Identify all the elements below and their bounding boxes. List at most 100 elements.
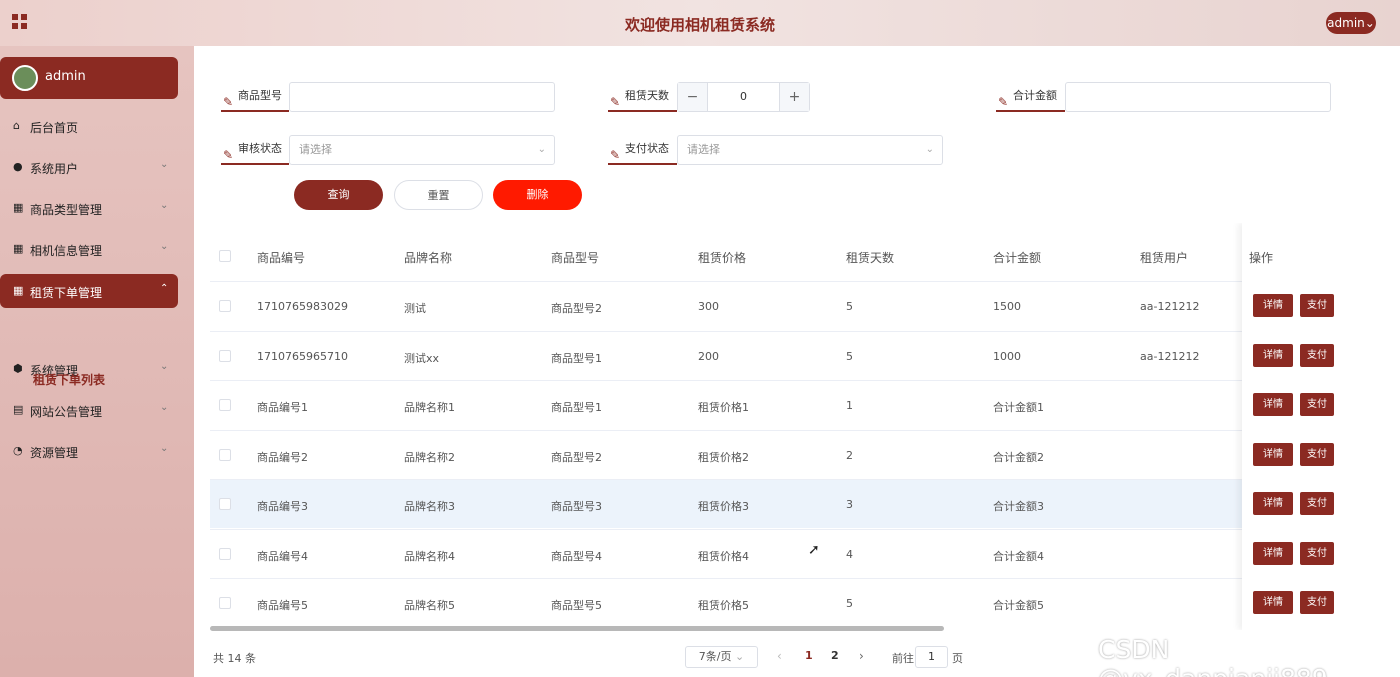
delete-button[interactable]: 删除 xyxy=(493,180,582,210)
pay-select[interactable]: 请选择 ⌄ xyxy=(677,135,943,165)
detail-button[interactable]: 详情 xyxy=(1253,492,1293,515)
header-cell-actions: 操作 xyxy=(1249,251,1274,265)
query-button[interactable]: 查询 xyxy=(294,180,383,210)
table-row[interactable]: 商品编号4 品牌名称4 商品型号4 租赁价格4 4 合计金额4 xyxy=(210,528,1388,578)
detail-button[interactable]: 详情 xyxy=(1253,591,1293,614)
table-cell: 1710765983029 xyxy=(257,300,348,313)
user-icon: ● xyxy=(13,160,23,173)
row-checkbox[interactable] xyxy=(219,349,231,362)
row-checkbox[interactable] xyxy=(219,300,231,312)
table-cell: 5 xyxy=(846,349,853,363)
chevron-icon: ⌄ xyxy=(160,200,169,211)
table-row[interactable]: 商品编号5 品牌名称5 商品型号5 租赁价格5 5 合计金额5 xyxy=(210,578,1388,627)
detail-button[interactable]: 详情 xyxy=(1253,442,1293,466)
page-number-1[interactable]: 1 xyxy=(805,649,813,662)
select-all-checkbox[interactable] xyxy=(219,250,231,262)
table-row[interactable]: 1710765965710 测试xx 商品型号1 200 5 1000 aa-121212 xyxy=(210,330,1388,380)
horizontal-scrollbar[interactable] xyxy=(210,626,944,631)
sidebar-item-5[interactable]: ▦ 租赁下单管理 ⌃ xyxy=(0,274,178,308)
pen-icon: ✎ xyxy=(223,95,234,109)
sidebar-item-4[interactable]: ▦ 相机信息管理 ⌄ xyxy=(0,232,178,266)
model-input[interactable] xyxy=(289,82,555,112)
header-cell: 租赁天数 xyxy=(846,251,895,265)
table-cell: 1000 xyxy=(993,349,1021,363)
pagination-total: 共 14 条 xyxy=(213,652,256,665)
table-cell: aa-121212 xyxy=(1140,349,1200,363)
table-row[interactable]: 商品编号1 品牌名称1 商品型号1 租赁价格1 1 合计金额1 xyxy=(210,380,1388,429)
table-cell: 品牌名称1 xyxy=(404,401,455,414)
table-cell: 商品型号2 xyxy=(551,302,602,315)
table-cell: 合计金额5 xyxy=(993,599,1044,612)
goto-label: 前往 xyxy=(892,652,914,665)
table-cell: 品牌名称5 xyxy=(404,599,455,612)
sidebar-item-8[interactable]: ◔ 资源管理 ⌄ xyxy=(0,434,178,468)
table-cell: 商品型号2 xyxy=(551,450,602,464)
page-size-select[interactable]: 7条/页 ⌄ xyxy=(685,646,758,668)
main-content: ✎ 商品型号 ✎ 租赁天数 − 0 + ✎ 合计金额 ✎ 审核状态 请选择 ⌄ ✎ 支付状态… xyxy=(194,54,1400,677)
detail-button[interactable]: 详情 xyxy=(1253,294,1293,317)
sidebar-item-2[interactable]: ● 系统用户 ⌄ xyxy=(0,150,178,184)
pay-button[interactable]: 支付 xyxy=(1300,294,1334,317)
table-cell: 测试 xyxy=(404,302,426,315)
prev-page-button[interactable]: ‹ xyxy=(777,649,782,663)
page-number-2[interactable]: 2 xyxy=(831,649,839,662)
sidebar-subitem-order-list[interactable]: 租赁下单列表 xyxy=(33,371,105,388)
table-cell: 合计金额4 xyxy=(993,549,1044,563)
days-label: ✎ 租赁天数 xyxy=(608,82,677,112)
table-cell: 商品型号1 xyxy=(551,351,602,365)
goto-page-input[interactable]: 1 xyxy=(915,646,948,668)
detail-button[interactable]: 详情 xyxy=(1253,343,1293,367)
pay-button[interactable]: 支付 xyxy=(1300,541,1334,565)
pay-button[interactable]: 支付 xyxy=(1300,393,1334,416)
row-checkbox[interactable] xyxy=(219,498,231,510)
increment-button[interactable]: + xyxy=(779,83,809,111)
table-row[interactable]: 商品编号3 品牌名称3 商品型号3 租赁价格3 3 合计金额3 xyxy=(210,479,1388,528)
pay-button[interactable]: 支付 xyxy=(1300,591,1334,614)
table-row[interactable]: 商品编号2 品牌名称2 商品型号2 租赁价格2 2 合计金额2 xyxy=(210,429,1388,479)
total-input[interactable] xyxy=(1065,82,1331,112)
sidebar-item-label: 网站公告管理 xyxy=(30,405,103,419)
grid-icon: ▦ xyxy=(13,284,24,297)
chevron-icon: ⌄ xyxy=(160,402,169,413)
table-row[interactable]: 1710765983029 测试 商品型号2 300 5 1500 aa-121212 xyxy=(210,281,1388,330)
row-checkbox[interactable] xyxy=(219,399,231,411)
sidebar-item-1[interactable]: ⌂ 后台首页 xyxy=(0,109,178,143)
next-page-button[interactable]: › xyxy=(859,649,864,663)
goto-unit: 页 xyxy=(952,652,963,665)
decrement-button[interactable]: − xyxy=(678,83,708,111)
pay-button[interactable]: 支付 xyxy=(1300,442,1334,466)
notice-icon: ▤ xyxy=(13,403,24,416)
detail-button[interactable]: 详情 xyxy=(1253,541,1293,565)
sidebar: admin ⌂ 后台首页 ● 系统用户 ⌄ ▦ 商品类型管理 ⌄ ▦ 相机信息管理 ⌄ ▦ 租赁下单管理… xyxy=(0,46,194,677)
sidebar-item-7[interactable]: ▤ 网站公告管理 ⌄ xyxy=(0,393,178,427)
header-cell: 商品型号 xyxy=(551,251,600,265)
row-checkbox[interactable] xyxy=(219,597,231,609)
pie-icon: ◔ xyxy=(13,444,23,457)
table-cell: 200 xyxy=(698,349,719,363)
sidebar-item-label: 相机信息管理 xyxy=(30,244,103,258)
table-cell: 5 xyxy=(846,597,853,610)
chevron-icon: ⌃ xyxy=(160,283,169,294)
pay-button[interactable]: 支付 xyxy=(1300,343,1334,367)
sidebar-item-label: 资源管理 xyxy=(30,446,79,460)
audit-select[interactable]: 请选择 ⌄ xyxy=(289,135,555,165)
table-cell: aa-121212 xyxy=(1140,300,1200,313)
table-cell: 品牌名称4 xyxy=(404,549,455,563)
user-menu-button[interactable]: admin⌄ xyxy=(1326,12,1376,34)
reset-button[interactable]: 重置 xyxy=(394,180,483,210)
pay-button[interactable]: 支付 xyxy=(1300,492,1334,515)
days-value[interactable]: 0 xyxy=(708,83,779,111)
header-cell: 商品编号 xyxy=(257,251,306,265)
row-checkbox[interactable] xyxy=(219,448,231,461)
table-header: 商品编号 品牌名称 商品型号 租赁价格 租赁天数 合计金额 租赁用户 xyxy=(210,223,1388,281)
detail-button[interactable]: 详情 xyxy=(1253,393,1293,416)
sidebar-item-3[interactable]: ▦ 商品类型管理 ⌄ xyxy=(0,191,178,225)
table-cell: 测试xx xyxy=(404,351,440,365)
page-title: 欢迎使用相机租赁系统 xyxy=(624,16,775,34)
table-cell: 品牌名称3 xyxy=(404,500,455,513)
header-cell: 租赁用户 xyxy=(1140,251,1189,265)
sidebar-item-label: 商品类型管理 xyxy=(30,203,103,217)
table-cell: 商品编号1 xyxy=(257,401,308,414)
row-checkbox[interactable] xyxy=(219,547,231,560)
table-cell: 商品型号1 xyxy=(551,401,602,414)
